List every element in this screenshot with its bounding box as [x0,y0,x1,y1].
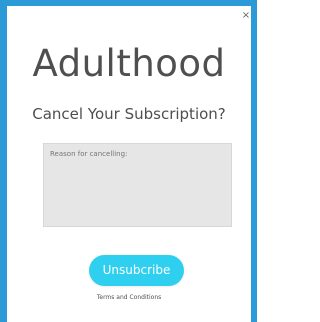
brand-title: Adulthood [32,42,226,85]
unsubscribe-modal: × Adulthood Cancel Your Subscription? Un… [7,6,251,322]
screen-frame: × Adulthood Cancel Your Subscription? Un… [0,0,257,322]
modal-subtitle: Cancel Your Subscription? [32,105,226,123]
terms-and-conditions-link[interactable]: Terms and Conditions [7,294,251,302]
cancel-reason-textarea[interactable] [43,143,232,227]
close-icon[interactable]: × [241,10,251,22]
unsubscribe-button[interactable]: Unsubcribe [89,255,184,286]
